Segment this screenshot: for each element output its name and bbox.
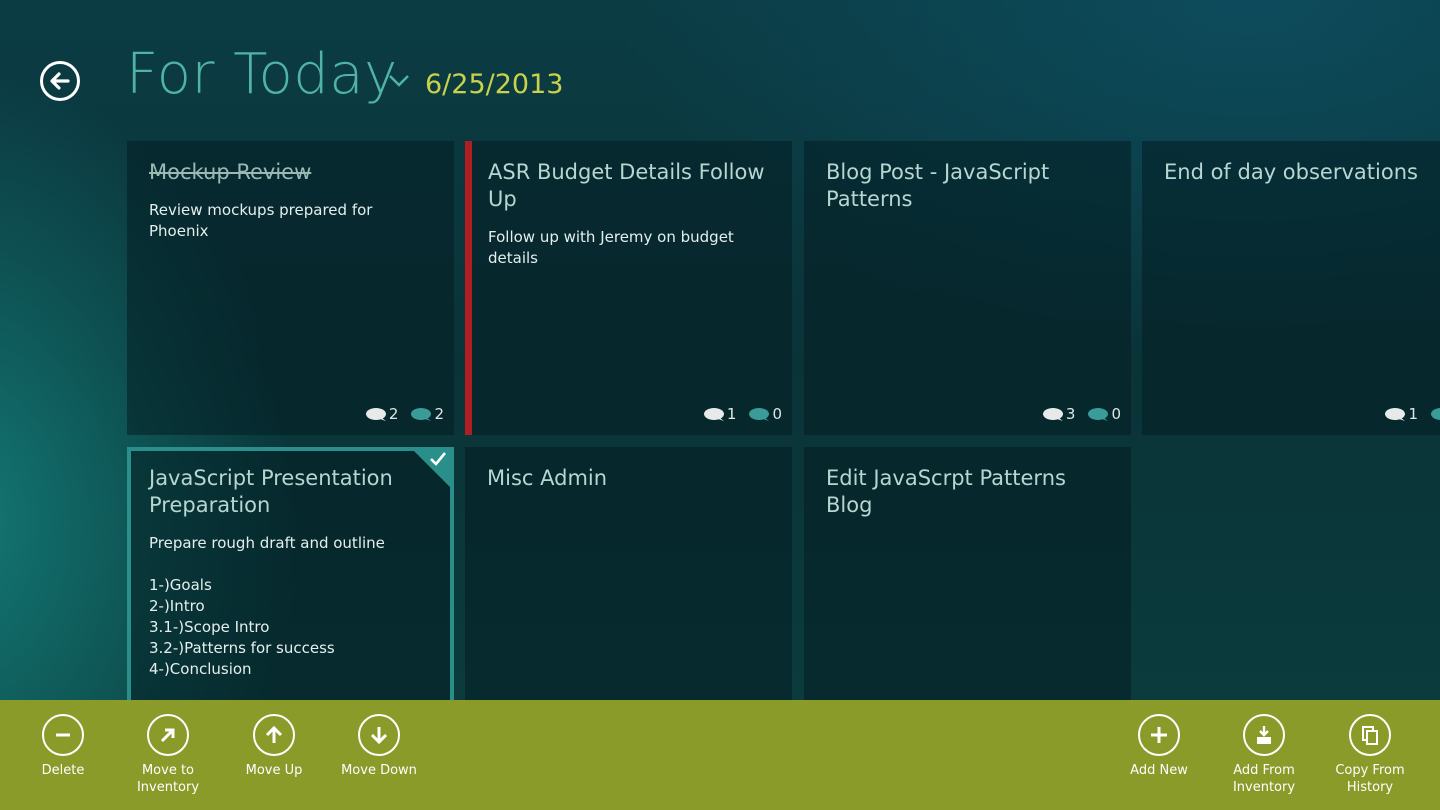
count-a: 1	[703, 405, 737, 423]
move-up-button[interactable]: Move Up	[222, 714, 326, 779]
page-title: For Today	[126, 42, 398, 107]
tile-counts: 1 0	[703, 405, 782, 423]
arrow-down-icon	[358, 714, 400, 756]
copy-icon	[1349, 714, 1391, 756]
task-tile-end-of-day[interactable]: End of day observations 1	[1142, 141, 1440, 435]
delete-label: Delete	[41, 763, 85, 778]
add-new-button[interactable]: Add New	[1107, 714, 1211, 779]
count-a-value: 1	[726, 405, 737, 423]
tile-title: End of day observations	[1164, 160, 1418, 184]
count-a-value: 1	[1408, 405, 1418, 423]
tile-description: Follow up with Jeremy on budget details	[488, 228, 734, 267]
tile-title: Misc Admin	[487, 466, 608, 490]
comment-bubble-icon	[749, 408, 770, 421]
inventory-download-icon	[1243, 714, 1285, 756]
move-down-button[interactable]: Move Down	[327, 714, 431, 779]
task-tile-blog-post[interactable]: Blog Post - JavaScript Patterns 3 0	[804, 141, 1131, 435]
tile-title: ASR Budget Details Follow Up	[488, 160, 765, 211]
task-tile-asr-budget[interactable]: ASR Budget Details Follow Up Follow up w…	[465, 141, 792, 435]
arrow-up-right-icon	[147, 714, 189, 756]
comment-bubble-icon	[1385, 408, 1406, 421]
move-to-inventory-button[interactable]: Move to Inventory	[116, 714, 220, 796]
task-tile-edit-blog[interactable]: Edit JavaScrpt Patterns Blog	[804, 447, 1131, 710]
copy-from-history-label: Copy From History	[1335, 763, 1405, 795]
task-tile-js-presentation[interactable]: JavaScript Presentation Preparation Prep…	[127, 447, 454, 710]
tile-title: JavaScript Presentation Preparation	[149, 466, 393, 517]
add-from-inventory-button[interactable]: Add From Inventory	[1212, 714, 1316, 796]
tile-counts: 3 0	[1042, 405, 1121, 423]
add-new-label: Add New	[1130, 763, 1188, 778]
count-b: 0	[748, 405, 782, 423]
tile-title: Edit JavaScrpt Patterns Blog	[826, 466, 1066, 517]
plus-icon	[1138, 714, 1180, 756]
tile-title: Blog Post - JavaScript Patterns	[826, 160, 1050, 211]
tile-description: Review mockups prepared for Phoenix	[149, 201, 373, 240]
move-to-inventory-label: Move to Inventory	[136, 763, 200, 795]
comment-bubble-icon	[1042, 408, 1063, 421]
arrow-up-icon	[253, 714, 295, 756]
count-b-value: 2	[434, 405, 444, 423]
copy-from-history-button[interactable]: Copy From History	[1318, 714, 1422, 796]
chevron-down-icon[interactable]	[386, 70, 412, 90]
count-a: 2	[365, 405, 399, 423]
comment-bubble-icon	[703, 408, 724, 421]
move-down-label: Move Down	[341, 763, 417, 778]
count-b-value: 0	[1111, 405, 1121, 423]
tile-counts: 2 2	[365, 405, 444, 423]
check-icon	[430, 452, 447, 466]
count-a: 3	[1042, 405, 1076, 423]
comment-bubble-icon	[1088, 408, 1109, 421]
task-tile-misc-admin[interactable]: Misc Admin	[465, 447, 792, 710]
comment-bubble-icon	[1431, 408, 1440, 420]
minus-icon	[42, 714, 84, 756]
move-up-label: Move Up	[245, 763, 303, 778]
count-a-value: 2	[388, 405, 399, 423]
add-from-inventory-label: Add From Inventory	[1232, 763, 1296, 795]
app-bar: Delete Move to Inventory Move Up Move Do…	[0, 700, 1440, 810]
tile-counts: 1	[1384, 405, 1440, 423]
delete-button[interactable]: Delete	[11, 714, 115, 779]
comment-bubble-icon	[411, 408, 432, 421]
tile-title: Mockup Review	[149, 160, 312, 184]
count-b: 0	[1087, 405, 1121, 423]
page-date: 6/25/2013	[425, 69, 564, 100]
priority-flag-bar	[465, 141, 472, 435]
back-arrow-icon	[50, 72, 70, 90]
count-a-value: 3	[1065, 405, 1076, 423]
tile-description: Prepare rough draft and outline 1-)Goals…	[149, 534, 385, 678]
count-b	[1430, 405, 1440, 423]
back-button[interactable]	[40, 61, 80, 101]
count-a: 1	[1384, 405, 1418, 423]
comment-bubble-icon	[365, 408, 386, 421]
task-tile-mockup-review[interactable]: Mockup Review Review mockups prepared fo…	[127, 141, 454, 435]
count-b: 2	[410, 405, 444, 423]
count-b-value: 0	[772, 405, 782, 423]
